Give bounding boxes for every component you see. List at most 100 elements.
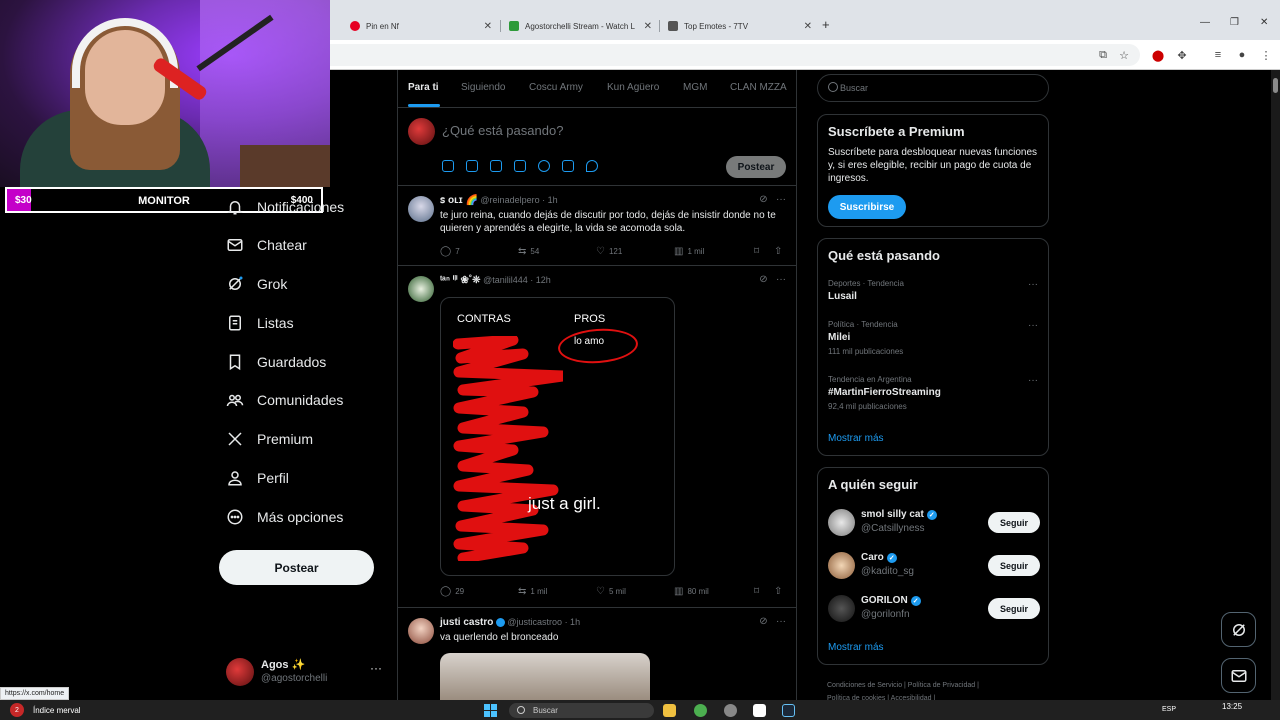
search-box[interactable]: Buscar [817,74,1049,102]
compose-post-button[interactable]: Postear [726,156,786,178]
footer-line[interactable]: Condiciones de Servicio | Política de Pr… [827,679,1047,692]
repost-button[interactable]: ⇆ 54 [518,246,539,257]
tweet-author[interactable]: ꜱ ᴏʟɪ 🌈 [440,195,478,206]
more-icon[interactable]: ··· [776,274,786,285]
schedule-icon[interactable] [562,160,574,172]
more-icon[interactable]: ··· [370,661,382,675]
windows-start-icon[interactable] [484,704,497,717]
emoji-icon[interactable] [538,160,550,172]
avatar[interactable] [828,509,855,536]
nav-item-perfil[interactable]: Perfil [226,466,289,490]
tab-mgm[interactable]: MGM [683,82,707,93]
follow-button[interactable]: Seguir [988,512,1040,533]
subscribe-button[interactable]: Suscribirse [828,195,906,219]
follow-suggestion[interactable]: GORILON ✓ @gorilonfn Seguir [828,595,1040,625]
follow-suggestion[interactable]: smol silly cat ✓ @Catsillyness Seguir [828,509,1040,539]
show-more-follow-link[interactable]: Mostrar más [828,642,884,653]
repost-button[interactable]: ⇆ 1 mil [518,586,547,597]
tweet-handle[interactable]: @reinadelpero [480,195,539,205]
post-button[interactable]: Postear [219,550,374,585]
obs-icon[interactable] [724,704,737,717]
tweet-handle[interactable]: @justicastroo [507,617,562,627]
account-switcher[interactable]: Agos ✨ @agostorchelli ··· [226,656,386,688]
more-icon[interactable]: ··· [1028,375,1038,386]
tab-clan-mzza[interactable]: CLAN MZZA [730,82,787,93]
browser-tab-pinterest[interactable]: Pin en Nf ✕ [350,16,492,36]
avatar[interactable] [408,276,434,302]
grok-icon[interactable]: ⊘ [759,274,767,285]
more-icon[interactable]: ··· [1028,279,1038,290]
tweet-author[interactable]: justi castro [440,617,493,628]
poll-icon[interactable] [514,160,526,172]
bookmark-button[interactable]: ⌑ [754,586,763,597]
tweet-handle[interactable]: @tanilil444 [483,275,528,285]
reading-list-icon[interactable]: ≡ [1210,47,1226,63]
reply-button[interactable]: ◯ 29 [440,586,464,597]
nav-item-listas[interactable]: Listas [226,311,294,335]
follow-button[interactable]: Seguir [988,555,1040,576]
tab-para-ti[interactable]: Para ti [408,82,439,93]
nav-item-notificaciones[interactable]: Notificaciones [226,195,344,219]
tweet[interactable]: ꜱ ᴏʟɪ 🌈 @reinadelpero · 1h ⊘ ··· te juro… [398,186,796,266]
tab-siguiendo[interactable]: Siguiendo [461,82,505,93]
chrome-icon[interactable] [694,704,707,717]
nav-item-mas-opciones[interactable]: Más opciones [226,505,343,529]
browser-menu-icon[interactable]: ⋮ [1258,47,1274,63]
minimize-icon[interactable]: — [1200,17,1210,28]
tweet-author[interactable]: ᵗᵃⁿ ⁱˡⁱ ❀˚❊ [440,275,481,286]
more-icon[interactable]: ··· [776,616,786,627]
nav-item-grok[interactable]: Grok [226,272,287,296]
avatar[interactable] [828,552,855,579]
nav-item-premium[interactable]: Premium [226,427,313,451]
follow-button[interactable]: Seguir [988,598,1040,619]
close-tab-icon[interactable]: ✕ [644,21,652,32]
more-icon[interactable]: ··· [1028,320,1038,331]
extensions-puzzle-icon[interactable]: ✥ [1174,47,1190,63]
bookmark-star-icon[interactable]: ☆ [1116,47,1132,63]
tab-coscu-army[interactable]: Coscu Army [529,82,583,93]
image-icon[interactable] [442,160,454,172]
close-tab-icon[interactable]: ✕ [804,21,812,32]
nav-item-chatear[interactable]: Chatear [226,233,307,257]
close-tab-icon[interactable]: ✕ [484,21,492,32]
show-more-trends-link[interactable]: Mostrar más [828,433,884,444]
reply-button[interactable]: ◯ 7 [440,246,460,257]
widgets-text[interactable]: Índice merval [33,706,81,715]
more-icon[interactable]: ··· [776,194,786,205]
clock[interactable]: 13:25 [1222,702,1242,711]
follow-suggestion[interactable]: Caro ✓ @kadito_sg Seguir [828,552,1040,582]
tweet-media[interactable]: CONTRAS PROS lo amo just a girl. [440,297,675,576]
steam-icon[interactable] [782,704,795,717]
grok-icon[interactable]: ⊘ [759,194,767,205]
like-button[interactable]: ♡ 121 [596,246,622,257]
install-app-icon[interactable]: ⧉ [1095,47,1111,63]
views-button[interactable]: ▥ 80 mil [674,586,709,597]
file-explorer-icon[interactable] [663,704,676,717]
nav-item-comunidades[interactable]: Comunidades [226,388,343,412]
bookmark-button[interactable]: ⌑ [754,246,763,257]
widgets-badge[interactable]: 2 [10,703,24,717]
address-bar[interactable] [330,44,1140,66]
scrollbar-thumb[interactable] [1273,78,1278,93]
like-button[interactable]: ♡ 5 mil [596,586,626,597]
share-button[interactable]: ⇧ [774,246,786,257]
grok-icon[interactable] [490,160,502,172]
gif-icon[interactable] [466,160,478,172]
nav-item-guardados[interactable]: Guardados [226,350,326,374]
browser-tab-stream[interactable]: Agostorchelli Stream - Watch L ✕ [509,16,652,36]
search-input[interactable]: Buscar [840,83,868,93]
trend-item[interactable]: Deportes · Tendencia Lusail ··· [828,279,1038,302]
grok-fab[interactable] [1221,612,1256,647]
trend-item[interactable]: Tendencia en Argentina #MartinFierroStre… [828,375,1038,411]
tweet[interactable]: ᵗᵃⁿ ⁱˡⁱ ❀˚❊ @tanilil444 · 12h ⊘ ··· CONT… [398,266,796,608]
page-scrollbar[interactable] [1271,70,1280,700]
compose-input[interactable]: ¿Qué está pasando? [442,123,563,138]
profile-avatar-icon[interactable]: ● [1234,47,1250,63]
avatar[interactable] [828,595,855,622]
trend-item[interactable]: Política · Tendencia Milei 111 mil publi… [828,320,1038,356]
close-window-icon[interactable]: ✕ [1260,17,1268,28]
restore-icon[interactable]: ❐ [1230,17,1239,28]
grok-icon[interactable]: ⊘ [759,616,767,627]
tab-kun-aguero[interactable]: Kun Agüero [607,82,659,93]
share-button[interactable]: ⇧ [774,586,786,597]
